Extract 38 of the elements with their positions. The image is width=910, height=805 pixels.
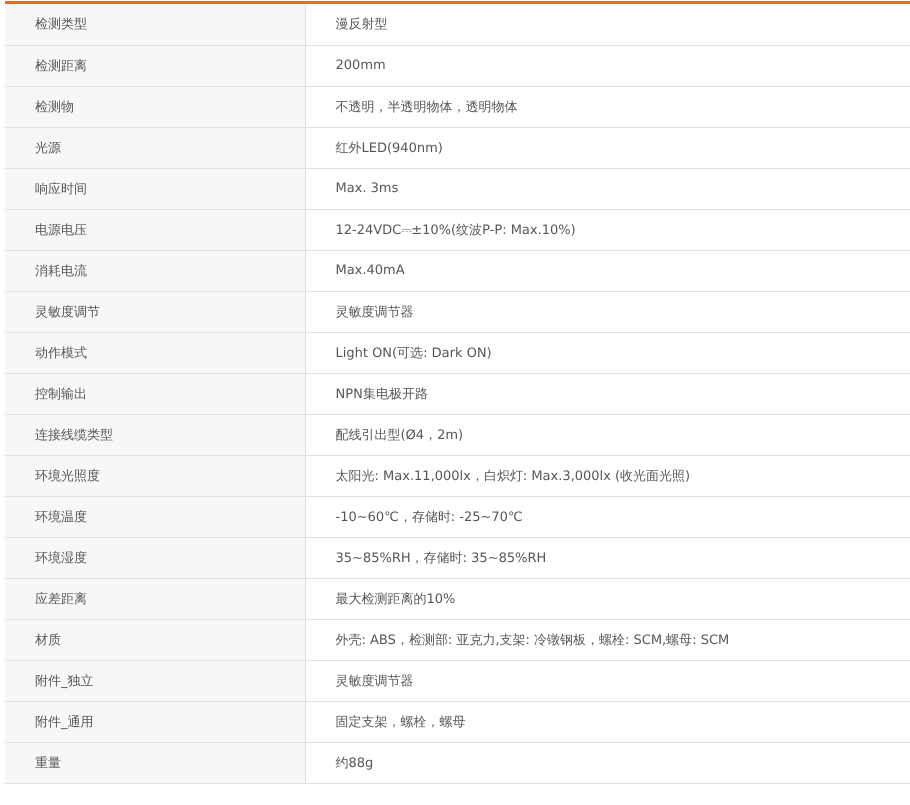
spec-value: 漫反射型	[305, 4, 910, 45]
spec-value: 灵敏度调节器	[305, 660, 910, 701]
spec-label: 附件_通用	[5, 701, 305, 742]
spec-label: 附件_独立	[5, 660, 305, 701]
spec-value: 最大检测距离的10%	[305, 578, 910, 619]
spec-value: 红外LED(940nm)	[305, 127, 910, 168]
spec-label: 检测类型	[5, 4, 305, 45]
spec-value: 200mm	[305, 45, 910, 86]
spec-label: 连接线缆类型	[5, 414, 305, 455]
spec-label: 检测物	[5, 86, 305, 127]
spec-label: 控制输出	[5, 373, 305, 414]
spec-label: 消耗电流	[5, 250, 305, 291]
spec-label: 重量	[5, 742, 305, 783]
spec-value: 固定支架，螺栓，螺母	[305, 701, 910, 742]
spec-value: NPN集电极开路	[305, 373, 910, 414]
spec-label: 灵敏度调节	[5, 291, 305, 332]
spec-value: 约88g	[305, 742, 910, 783]
spec-label: 材质	[5, 619, 305, 660]
spec-value: 灵敏度调节器	[305, 291, 910, 332]
spec-label: 环境光照度	[5, 455, 305, 496]
spec-label: 响应时间	[5, 168, 305, 209]
spec-label: 电源电压	[5, 209, 305, 250]
spec-label: 应差距离	[5, 578, 305, 619]
spec-value: 35~85%RH，存储时: 35~85%RH	[305, 537, 910, 578]
spec-label: 动作模式	[5, 332, 305, 373]
spec-value: Light ON(可选: Dark ON)	[305, 332, 910, 373]
spec-value: 12-24VDC⎓±10%(纹波P-P: Max.10%)	[305, 209, 910, 250]
spec-label: 环境湿度	[5, 537, 305, 578]
spec-label: 光源	[5, 127, 305, 168]
spec-value: 外壳: ABS，检测部: 亚克力,支架: 冷镦钢板，螺栓: SCM,螺母: SCM	[305, 619, 910, 660]
spec-value: -10~60℃，存储时: -25~70℃	[305, 496, 910, 537]
spec-value: Max.40mA	[305, 250, 910, 291]
spec-label: 环境温度	[5, 496, 305, 537]
spec-label: 检测距离	[5, 45, 305, 86]
spec-value: 配线引出型(Ø4，2m)	[305, 414, 910, 455]
spec-value: Max. 3ms	[305, 168, 910, 209]
spec-value: 不透明，半透明物体，透明物体	[305, 86, 910, 127]
spec-value: 太阳光: Max.11,000lx，白炽灯: Max.3,000lx (收光面光照)	[305, 455, 910, 496]
